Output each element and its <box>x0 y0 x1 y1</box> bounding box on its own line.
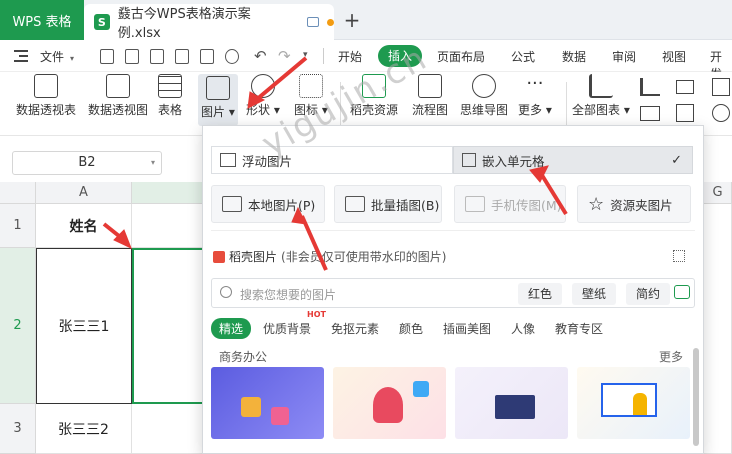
arrow-to-image-button <box>254 56 308 102</box>
arrow-to-embed-cell <box>538 170 568 216</box>
annotation-arrows <box>102 56 568 271</box>
